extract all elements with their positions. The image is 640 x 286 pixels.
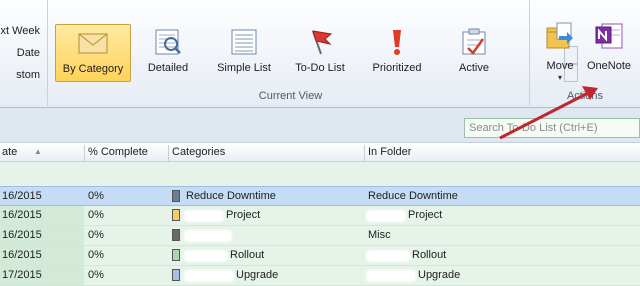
column-header-in-folder[interactable]: In Folder bbox=[368, 146, 411, 158]
search-input[interactable]: Search To-Do List (Ctrl+E) bbox=[464, 118, 640, 138]
move-dropdown-arrow-icon: ▾ bbox=[557, 73, 562, 82]
move-folder-icon bbox=[546, 22, 573, 49]
redacted-text bbox=[184, 210, 224, 222]
view-prioritized-label: Prioritized bbox=[372, 62, 422, 74]
redacted-text bbox=[184, 270, 234, 282]
sort-ascending-icon: ▲ bbox=[34, 147, 42, 156]
percent-complete-cell: 0% bbox=[88, 190, 104, 202]
view-active-button[interactable]: Active bbox=[446, 24, 502, 82]
arrangement-group: xt Week Date stom bbox=[0, 0, 48, 106]
category-cell: Rollout bbox=[230, 249, 265, 261]
group-spacer bbox=[0, 162, 640, 186]
current-view-group: By Category Detailed Simple List To-Do L… bbox=[52, 0, 578, 106]
category-color-swatch bbox=[172, 190, 180, 202]
category-cell: Upgrade bbox=[236, 269, 279, 281]
detailed-list-icon bbox=[155, 29, 181, 55]
column-header-percent-complete[interactable]: % Complete bbox=[88, 146, 148, 158]
view-todo-list-button[interactable]: To-Do List bbox=[288, 24, 352, 82]
red-flag-icon bbox=[312, 30, 333, 55]
view-detailed-button[interactable]: Detailed bbox=[138, 24, 198, 82]
view-prioritized-button[interactable]: Prioritized bbox=[364, 24, 430, 82]
folder-cell: Rollout bbox=[412, 249, 447, 261]
arrange-next-week[interactable]: xt Week bbox=[0, 25, 46, 37]
due-date-cell: 16/2015 bbox=[2, 209, 42, 221]
percent-complete-cell: 0% bbox=[88, 229, 104, 241]
redacted-text bbox=[366, 250, 410, 262]
table-row[interactable]: 17/2015 0% Upgrade Upgrade bbox=[0, 266, 640, 286]
redacted-text bbox=[184, 250, 228, 262]
current-view-group-label: Current View bbox=[258, 90, 323, 102]
due-date-cell: 16/2015 bbox=[2, 249, 42, 261]
actions-group-label: Actions bbox=[566, 90, 604, 102]
percent-complete-cell: 0% bbox=[88, 209, 104, 221]
category-color-swatch bbox=[172, 229, 180, 241]
column-header-categories[interactable]: Categories bbox=[172, 146, 225, 158]
envelope-icon bbox=[78, 33, 108, 54]
due-date-cell: 16/2015 bbox=[2, 190, 42, 202]
move-button[interactable]: Move ▾ bbox=[538, 16, 582, 86]
column-divider[interactable] bbox=[364, 145, 365, 161]
redacted-text bbox=[366, 270, 416, 282]
onenote-button[interactable]: OneNote bbox=[584, 16, 634, 86]
simple-list-icon bbox=[231, 29, 257, 55]
onenote-icon bbox=[595, 23, 623, 49]
folder-cell: Misc bbox=[368, 229, 391, 241]
category-color-swatch bbox=[172, 249, 180, 261]
view-todo-list-label: To-Do List bbox=[295, 62, 345, 74]
arrange-custom[interactable]: stom bbox=[0, 69, 46, 81]
view-by-category-label: By Category bbox=[62, 63, 124, 75]
ribbon: xt Week Date stom By Category Detailed S… bbox=[0, 0, 640, 108]
view-active-label: Active bbox=[459, 62, 489, 74]
table-row[interactable]: 16/2015 0% Reduce Downtime Reduce Downti… bbox=[0, 186, 640, 206]
table-row[interactable]: 16/2015 0% Rollout Rollout bbox=[0, 246, 640, 266]
view-simple-list-button[interactable]: Simple List bbox=[212, 24, 276, 82]
move-label: Move bbox=[546, 60, 574, 72]
view-simple-list-label: Simple List bbox=[217, 62, 271, 74]
column-divider[interactable] bbox=[168, 145, 169, 161]
table-row[interactable]: 16/2015 0% Misc bbox=[0, 226, 640, 246]
redacted-text bbox=[184, 230, 232, 242]
table-row[interactable]: 16/2015 0% Project Project bbox=[0, 206, 640, 226]
view-by-category-button[interactable]: By Category bbox=[55, 24, 131, 82]
view-detailed-label: Detailed bbox=[147, 62, 189, 74]
folder-cell: Project bbox=[408, 209, 443, 221]
percent-complete-cell: 0% bbox=[88, 249, 104, 261]
category-cell: Reduce Downtime bbox=[186, 190, 276, 202]
due-date-cell: 17/2015 bbox=[2, 269, 42, 281]
onenote-label: OneNote bbox=[586, 60, 632, 72]
percent-complete-cell: 0% bbox=[88, 269, 104, 281]
active-tasks-icon bbox=[462, 28, 486, 55]
arrange-date[interactable]: Date bbox=[0, 47, 46, 59]
category-cell: Project bbox=[226, 209, 261, 221]
redacted-text bbox=[366, 210, 406, 222]
folder-cell: Upgrade bbox=[418, 269, 461, 281]
exclamation-icon bbox=[393, 30, 401, 55]
actions-group: Move ▾ OneNote Actions bbox=[534, 0, 636, 106]
category-color-swatch bbox=[172, 269, 180, 281]
category-color-swatch bbox=[172, 209, 180, 221]
table-header: ate ▲ % Complete Categories In Folder bbox=[0, 142, 640, 162]
column-header-due-date[interactable]: ate bbox=[2, 146, 17, 158]
column-divider[interactable] bbox=[84, 145, 85, 161]
folder-cell: Reduce Downtime bbox=[368, 190, 458, 202]
due-date-cell: 16/2015 bbox=[2, 229, 42, 241]
